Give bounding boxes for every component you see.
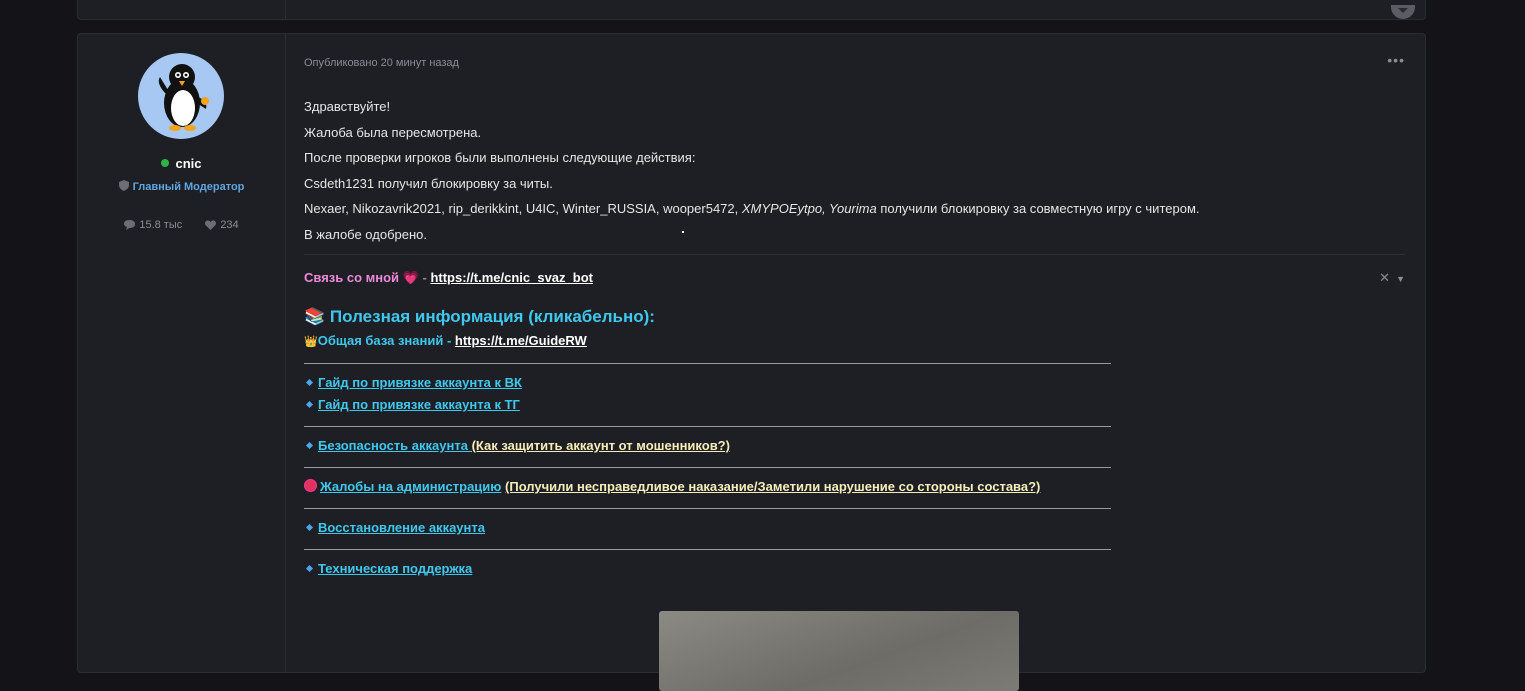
username[interactable]: cnic — [175, 156, 201, 171]
scroll-down-icon[interactable] — [1391, 5, 1415, 19]
reactions-stat: 234 — [205, 219, 239, 231]
body-line: После проверки игроков были выполнены сл… — [304, 150, 696, 165]
guide-vk-row: Гайд по привязке аккаунта к ВК — [304, 375, 522, 390]
body-line: Csdeth1231 получил блокировку за читы. — [304, 175, 553, 191]
info-title: 📚 Полезная информация (кликабельно): — [304, 307, 655, 327]
role-row: Главный Модератор — [78, 180, 285, 193]
guide-tg-link[interactable]: Гайд по привязке аккаунта к ТГ — [318, 397, 520, 412]
divider — [304, 363, 1111, 364]
signature-contact: Связь со мной 💗 - https://t.me/cnic_svaz… — [304, 270, 593, 286]
complaints-link[interactable]: Жалобы на администрацию — [320, 479, 501, 494]
recovery-link[interactable]: Восстановление аккаунта — [318, 520, 485, 535]
guide-tg-row: Гайд по привязке аккаунта к ТГ — [304, 397, 520, 412]
post-date[interactable]: Опубликовано 20 минут назад — [304, 57, 459, 69]
red-circle-icon — [304, 479, 317, 492]
posts-count: 15.8 тыс — [139, 219, 183, 231]
support-row: Техническая поддержка — [304, 561, 472, 576]
crown-icon: 👑 — [304, 336, 318, 348]
penguin-icon — [158, 64, 209, 131]
body-line: В жалобе одобрено. — [304, 226, 427, 242]
recovery-row: Восстановление аккаунта — [304, 520, 485, 535]
info-title-text: Полезная информация (кликабельно): — [329, 307, 655, 326]
user-role: Главный Модератор — [132, 181, 245, 193]
author-panel: cnic Главный Модератор 15.8 тыс 234 — [78, 34, 286, 672]
knowledge-base-label: Общая база знаний - — [317, 333, 455, 348]
diamond-icon — [305, 378, 314, 387]
forum-post: cnic Главный Модератор 15.8 тыс 234 Опуб… — [77, 33, 1426, 691]
support-link[interactable]: Техническая поддержка — [318, 561, 472, 576]
books-icon: 📚 — [304, 307, 326, 326]
previous-post-divider — [285, 0, 286, 19]
comment-icon — [124, 220, 136, 230]
cursor-dot — [682, 231, 684, 233]
online-status-icon — [161, 159, 170, 167]
signature-close-button[interactable]: ✕ ▼ — [1379, 270, 1405, 286]
contact-link[interactable]: https://t.me/cnic_svaz_bot — [430, 270, 593, 285]
body-line: Nexaer, Nikozavrik2021, rip_derikkint, U… — [304, 196, 1200, 222]
close-icon[interactable]: ✕ — [1379, 270, 1390, 285]
banned-players-italic: XMYPOEytpo, Yourima — [741, 201, 877, 216]
diamond-icon — [305, 441, 314, 450]
contact-label: Связь со мной — [304, 270, 400, 285]
divider — [304, 426, 1111, 427]
divider — [304, 549, 1111, 550]
reactions-count: 234 — [220, 219, 239, 231]
body-line: Жалоба была пересмотрена. — [304, 124, 482, 140]
heart-emoji-icon: 💗 — [402, 270, 419, 285]
diamond-icon — [305, 523, 314, 532]
banned-players: Nexaer, Nikozavrik2021, rip_derikkint, U… — [304, 201, 742, 216]
guide-vk-link[interactable]: Гайд по привязке аккаунта к ВК — [318, 375, 522, 390]
author-stats: 15.8 тыс 234 — [78, 219, 285, 231]
ban-reason: получили блокировку за совместную игру с… — [876, 201, 1200, 216]
post-content: Опубликовано 20 минут назад ••• Здравств… — [304, 34, 1405, 691]
heart-icon — [205, 220, 217, 230]
body-line: Здравствуйте! — [304, 99, 391, 114]
signature-image — [659, 611, 1019, 691]
knowledge-base-row: 👑Общая база знаний - https://t.me/GuideR… — [304, 333, 587, 348]
diamond-icon — [305, 564, 314, 573]
diamond-icon — [305, 400, 314, 409]
username-row: cnic — [78, 156, 285, 171]
post-body: Здравствуйте! Жалоба была пересмотрена. … — [304, 94, 1200, 247]
signature-divider — [304, 254, 1405, 255]
shield-icon — [118, 180, 129, 191]
security-note[interactable]: (Как защитить аккаунт от мошенников?) — [472, 438, 730, 453]
divider — [304, 467, 1111, 468]
avatar[interactable] — [138, 53, 224, 139]
complaints-row: Жалобы на администрацию (Получили неспра… — [304, 479, 1040, 494]
divider — [304, 508, 1111, 509]
previous-post-card — [77, 0, 1426, 20]
more-options-icon[interactable]: ••• — [1387, 52, 1405, 68]
security-link[interactable]: Безопасность аккаунта — [318, 438, 472, 453]
posts-stat: 15.8 тыс — [124, 219, 182, 231]
chevron-down-icon[interactable]: ▼ — [1396, 274, 1405, 284]
complaints-note[interactable]: (Получили несправедливое наказание/Замет… — [505, 479, 1040, 494]
knowledge-base-link[interactable]: https://t.me/GuideRW — [455, 333, 587, 348]
security-row: Безопасность аккаунта (Как защитить акка… — [304, 438, 730, 453]
